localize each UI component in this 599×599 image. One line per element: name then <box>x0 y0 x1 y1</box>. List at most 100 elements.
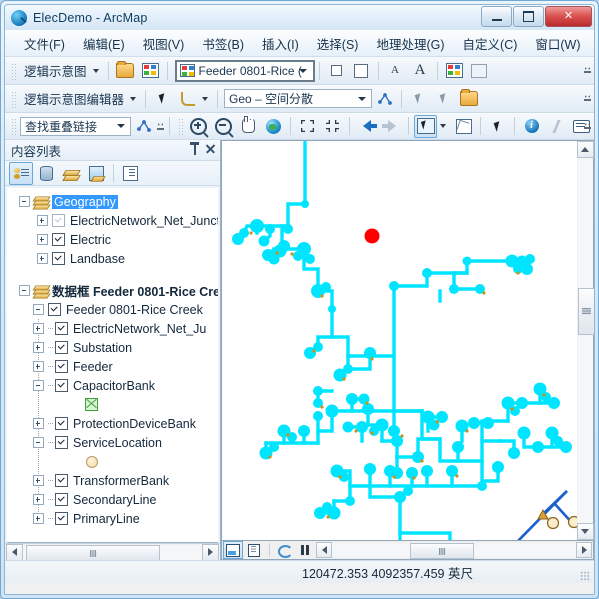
schematic-editor-menu-label[interactable]: 逻辑示意图编辑器 <box>19 87 128 110</box>
expand-expander-icon[interactable] <box>33 513 44 524</box>
refresh-view-button[interactable] <box>274 541 294 559</box>
expand-expander-icon[interactable] <box>33 361 44 372</box>
zoom-out-button[interactable] <box>212 115 235 138</box>
collapse-expander-icon[interactable] <box>33 304 44 315</box>
chevron-down-icon[interactable] <box>296 62 311 80</box>
zoom-in-button[interactable] <box>187 115 210 138</box>
layer-visibility-checkbox[interactable] <box>55 417 68 430</box>
toc-node-electric[interactable]: Electric <box>7 230 218 249</box>
toolbar-overflow-button[interactable] <box>582 116 593 137</box>
fixed-zoom-out-button[interactable] <box>321 115 344 138</box>
chevron-down-icon[interactable] <box>130 96 137 101</box>
close-button[interactable]: ✕ <box>545 6 592 27</box>
find-button[interactable] <box>545 115 568 138</box>
chevron-down-icon[interactable] <box>92 68 99 73</box>
select-by-polygon-button[interactable] <box>452 115 475 138</box>
find-toolbar-overflow-button[interactable] <box>156 115 165 137</box>
toc-node-feeder-0801[interactable]: Feeder 0801-Rice Creek <box>7 300 218 319</box>
data-view-button[interactable] <box>223 541 243 559</box>
diagram-properties-button[interactable] <box>443 59 466 82</box>
layer-visibility-checkbox[interactable] <box>52 252 65 265</box>
toolbar-grip[interactable] <box>177 117 183 135</box>
identify-button[interactable]: i <box>520 115 543 138</box>
scroll-track[interactable] <box>23 544 202 562</box>
map-horizontal-scrollbar[interactable] <box>316 542 592 559</box>
expand-expander-icon[interactable] <box>33 418 44 429</box>
map-view[interactable] <box>221 140 577 541</box>
toc-node-secondaryline[interactable]: SecondaryLine <box>7 490 218 509</box>
list-by-source-button[interactable] <box>34 162 58 185</box>
pan-button[interactable] <box>237 115 260 138</box>
layer-visibility-checkbox[interactable] <box>55 512 68 525</box>
scroll-left-button[interactable] <box>6 543 23 561</box>
list-by-drawing-order-button[interactable] <box>9 161 33 185</box>
expand-expander-icon[interactable] <box>37 234 48 245</box>
menu-bookmarks[interactable]: 书签(B) <box>193 31 253 56</box>
scroll-thumb[interactable] <box>410 543 474 559</box>
layout-properties-button[interactable] <box>457 87 480 110</box>
scroll-thumb[interactable] <box>26 544 160 562</box>
select-nodes-button[interactable] <box>407 87 430 110</box>
expand-expander-icon[interactable] <box>33 342 44 353</box>
collapse-expander-icon[interactable] <box>33 437 44 448</box>
toolbar-grip[interactable] <box>10 117 16 135</box>
fixed-zoom-in-button[interactable] <box>296 115 319 138</box>
expand-expander-icon[interactable] <box>37 253 48 264</box>
toolbar-grip[interactable] <box>10 89 16 108</box>
menu-view[interactable]: 视图(V) <box>134 31 194 56</box>
schematic-menu-label[interactable]: 逻辑示意图 <box>19 59 91 82</box>
select-elements-button[interactable] <box>486 115 509 138</box>
collapse-expander-icon[interactable] <box>19 285 30 296</box>
layout-algorithm-combo[interactable]: Geo – 空间分散 <box>224 89 373 108</box>
menu-insert[interactable]: 插入(I) <box>253 31 308 56</box>
map-vertical-scrollbar[interactable] <box>576 140 594 541</box>
scroll-down-button[interactable] <box>576 523 594 540</box>
open-diagram-button[interactable] <box>114 59 137 82</box>
close-icon[interactable] <box>205 143 216 154</box>
scroll-right-button[interactable] <box>202 543 219 561</box>
layer-visibility-checkbox[interactable] <box>55 360 68 373</box>
toc-node-primaryline[interactable]: PrimaryLine <box>7 509 218 528</box>
menu-window[interactable]: 窗口(W) <box>526 31 589 56</box>
scroll-track[interactable] <box>577 158 594 523</box>
toc-node-protectiondevicebank[interactable]: ProtectionDeviceBank <box>7 414 218 433</box>
expand-expander-icon[interactable] <box>37 215 48 226</box>
apply-find-rule-button[interactable] <box>132 115 155 138</box>
move-tool-button[interactable] <box>151 87 174 110</box>
scroll-track[interactable] <box>332 543 576 559</box>
maximize-button[interactable] <box>513 6 544 27</box>
menu-file[interactable]: 文件(F) <box>15 31 74 56</box>
list-by-visibility-button[interactable] <box>59 162 83 185</box>
toc-node-electricnetwork-net-ju[interactable]: ElectricNetwork_Net_Ju <box>7 319 218 338</box>
new-diagram-button[interactable] <box>139 59 162 82</box>
layer-visibility-checkbox[interactable] <box>55 322 68 335</box>
decrease-font-button[interactable]: A <box>384 59 407 82</box>
toc-tree[interactable]: Geography ElectricNetwork_Net_Junct Elec… <box>7 188 218 543</box>
menu-edit[interactable]: 编辑(E) <box>74 31 134 56</box>
toc-node-electricnetwork-junction[interactable]: ElectricNetwork_Net_Junct <box>7 211 218 230</box>
scroll-up-button[interactable] <box>576 141 594 158</box>
minimize-button[interactable] <box>481 6 512 27</box>
layer-visibility-checkbox[interactable] <box>55 436 68 449</box>
resize-grip-icon[interactable] <box>580 571 590 581</box>
select-features-button[interactable] <box>414 114 437 138</box>
expand-expander-icon[interactable] <box>33 323 44 334</box>
scroll-thumb[interactable] <box>577 288 594 335</box>
toc-node-geography[interactable]: Geography <box>7 192 218 211</box>
go-back-extent-button[interactable] <box>355 115 378 138</box>
toc-node-landbase[interactable]: Landbase <box>7 249 218 268</box>
zoom-to-large-button[interactable] <box>350 59 373 82</box>
scroll-left-button[interactable] <box>316 542 332 558</box>
toolbar-overflow-button[interactable] <box>582 88 593 109</box>
layer-visibility-checkbox[interactable] <box>48 303 61 316</box>
find-rule-combo[interactable]: 查找重叠链接 <box>20 116 132 136</box>
menu-customize[interactable]: 自定义(C) <box>454 31 527 56</box>
toc-node-servicelocation[interactable]: ServiceLocation <box>7 433 218 452</box>
chevron-down-icon[interactable] <box>440 124 446 128</box>
branch-tool-button[interactable] <box>176 87 199 110</box>
expand-expander-icon[interactable] <box>33 475 44 486</box>
expand-expander-icon[interactable] <box>33 494 44 505</box>
scroll-right-button[interactable] <box>576 542 592 558</box>
toc-node-capacitorbank[interactable]: CapacitorBank <box>7 376 218 395</box>
pin-icon[interactable] <box>190 142 199 155</box>
